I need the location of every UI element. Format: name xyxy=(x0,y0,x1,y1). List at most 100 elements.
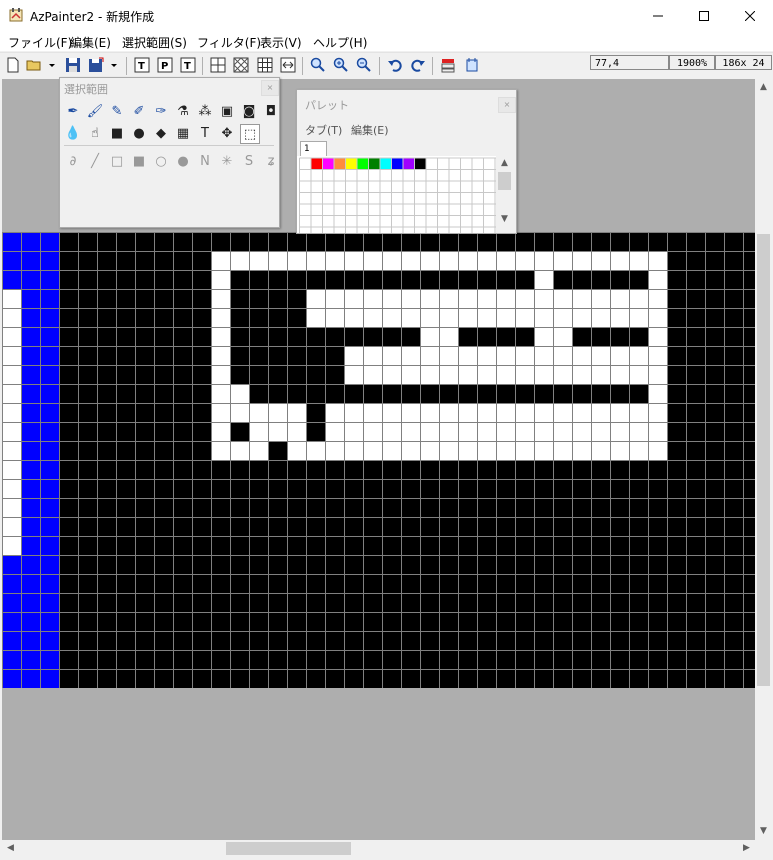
palette-scroll-thumb[interactable] xyxy=(498,172,511,190)
grid-icon[interactable] xyxy=(257,57,273,73)
palette-swatch[interactable] xyxy=(368,158,381,170)
fit-width-icon[interactable] xyxy=(280,57,296,73)
zoom-in-icon[interactable] xyxy=(333,57,349,73)
pixel-canvas[interactable] xyxy=(2,232,755,688)
palette-swatch[interactable] xyxy=(414,158,427,170)
text-tool-icon[interactable]: T xyxy=(180,57,196,73)
palette-panel-close-icon[interactable]: × xyxy=(498,97,516,113)
palette-swatch[interactable] xyxy=(357,158,369,170)
circle-outline-sub-icon[interactable]: ○ xyxy=(152,152,170,170)
tool-panel-close-icon[interactable]: × xyxy=(261,80,279,96)
open-dropdown-icon[interactable] xyxy=(47,57,57,73)
zoom-out-icon[interactable] xyxy=(356,57,372,73)
bucket-icon[interactable]: ◆ xyxy=(152,124,170,142)
palette-swatch[interactable] xyxy=(403,158,415,170)
palette-scroll-up-icon[interactable]: ▲ xyxy=(496,156,513,170)
menu-help[interactable]: ヘルプ(H) xyxy=(313,34,367,51)
palette-menu-tab[interactable]: タブ(T) xyxy=(305,122,342,138)
blur-icon[interactable]: ◙ xyxy=(240,102,258,120)
freehand-sub-icon[interactable]: ʑ xyxy=(262,152,280,170)
palette-scrollbar[interactable]: ▲ ▼ xyxy=(496,156,513,228)
close-button[interactable] xyxy=(727,0,773,32)
layer-dialog-icon[interactable] xyxy=(440,57,456,73)
scroll-up-icon[interactable]: ▲ xyxy=(755,79,772,96)
palette-swatch[interactable] xyxy=(334,158,346,170)
maximize-button[interactable] xyxy=(681,0,727,32)
zoom-readout: 1900% xyxy=(669,55,715,70)
brush-icon[interactable]: 🖌 xyxy=(86,102,104,120)
horizontal-scrollbar[interactable]: ◀ ▶ xyxy=(2,840,755,857)
text-icon[interactable]: T xyxy=(196,124,214,142)
title-bar[interactable]: AzPainter2 - 新規作成 xyxy=(0,0,773,32)
checker-icon[interactable] xyxy=(233,57,249,73)
palette-swatch[interactable] xyxy=(322,158,335,170)
star-sub-icon[interactable]: ✳ xyxy=(218,152,236,170)
rect-outline-sub-icon[interactable]: □ xyxy=(108,152,126,170)
scroll-left-icon[interactable]: ◀ xyxy=(2,840,19,857)
line-sub-icon[interactable]: ╱ xyxy=(86,152,104,170)
palette-swatch[interactable] xyxy=(345,158,358,170)
open-folder-icon[interactable] xyxy=(26,57,42,73)
close-icon xyxy=(745,11,755,21)
gradient-icon[interactable]: ▦ xyxy=(174,124,192,142)
palette-panel-title: パレット xyxy=(305,99,349,112)
stamp-icon[interactable]: ▣ xyxy=(218,102,236,120)
palette-tab-1[interactable]: 1 xyxy=(300,141,327,156)
pencil-dot-icon[interactable]: ✐ xyxy=(130,102,148,120)
window-title: AzPainter2 - 新規作成 xyxy=(30,10,155,24)
minimize-button[interactable] xyxy=(635,0,681,32)
rect-fill-sub-icon[interactable]: ■ xyxy=(130,152,148,170)
redo-icon[interactable] xyxy=(410,57,426,73)
fill-rect-icon[interactable]: ■ xyxy=(108,124,126,142)
menu-edit[interactable]: 編集(E) xyxy=(70,34,111,51)
palette-swatch[interactable] xyxy=(391,158,404,170)
scroll-down-icon[interactable]: ▼ xyxy=(755,823,772,840)
curve-sub-icon[interactable]: S xyxy=(240,152,258,170)
lasso-sub-icon[interactable]: ∂ xyxy=(64,152,82,170)
new-file-icon[interactable] xyxy=(5,57,21,73)
palette-swatch[interactable] xyxy=(380,158,392,170)
menu-view[interactable]: 表示(V) xyxy=(260,34,302,51)
scatter-icon[interactable]: ⁂ xyxy=(196,102,214,120)
vertical-scrollbar[interactable]: ▲ ▼ xyxy=(755,79,772,840)
menu-filter[interactable]: フィルタ(F) xyxy=(197,34,261,51)
dropper-icon[interactable]: ⚗ xyxy=(174,102,192,120)
toolbar: T P T 77,4 1900% 186x 24 xyxy=(0,52,773,78)
options-dialog-icon[interactable] xyxy=(464,57,480,73)
horizontal-scroll-thumb[interactable] xyxy=(226,842,351,855)
palette-color-grid[interactable] xyxy=(297,156,496,233)
save-as-icon[interactable] xyxy=(88,57,104,73)
zoom-fit-icon[interactable] xyxy=(310,57,326,73)
scroll-right-icon[interactable]: ▶ xyxy=(738,840,755,857)
calligraphy-icon[interactable]: ✑ xyxy=(152,102,170,120)
pen-icon[interactable]: ✒ xyxy=(64,102,82,120)
circle-fill-sub-icon[interactable]: ● xyxy=(174,152,192,170)
undo-icon[interactable] xyxy=(387,57,403,73)
menu-file[interactable]: ファイル(F) xyxy=(8,34,72,51)
palette-scroll-down-icon[interactable]: ▼ xyxy=(496,212,513,226)
text-layer-icon[interactable]: T xyxy=(134,57,150,73)
paste-text-icon[interactable]: P xyxy=(157,57,173,73)
sharpen-icon[interactable]: ◘ xyxy=(262,102,280,120)
fill-ellipse-icon[interactable]: ● xyxy=(130,124,148,142)
grid-toggle-icon[interactable] xyxy=(210,57,226,73)
save-dropdown-icon[interactable] xyxy=(109,57,119,73)
smudge-icon[interactable]: ☝ xyxy=(86,124,104,142)
menu-select[interactable]: 選択範囲(S) xyxy=(122,34,187,51)
toolbar-separator xyxy=(126,57,127,75)
airbrush-icon[interactable]: ✎ xyxy=(108,102,126,120)
palette-swatch[interactable] xyxy=(311,158,323,170)
toolbar-separator xyxy=(302,57,303,75)
toolbar-separator xyxy=(379,57,380,75)
water-drop-icon[interactable]: 💧 xyxy=(64,124,82,142)
palette-menu-edit[interactable]: 編集(E) xyxy=(351,122,389,138)
blob-cell xyxy=(230,384,249,403)
vertical-scroll-thumb[interactable] xyxy=(757,234,770,686)
frame-notch xyxy=(534,270,553,289)
select-icon[interactable]: ⬚ xyxy=(240,124,260,144)
minimize-icon xyxy=(653,15,663,17)
save-icon[interactable] xyxy=(65,57,81,73)
move-icon[interactable]: ✥ xyxy=(218,124,236,142)
frame-left xyxy=(211,251,230,460)
polyline-sub-icon[interactable]: N xyxy=(196,152,214,170)
